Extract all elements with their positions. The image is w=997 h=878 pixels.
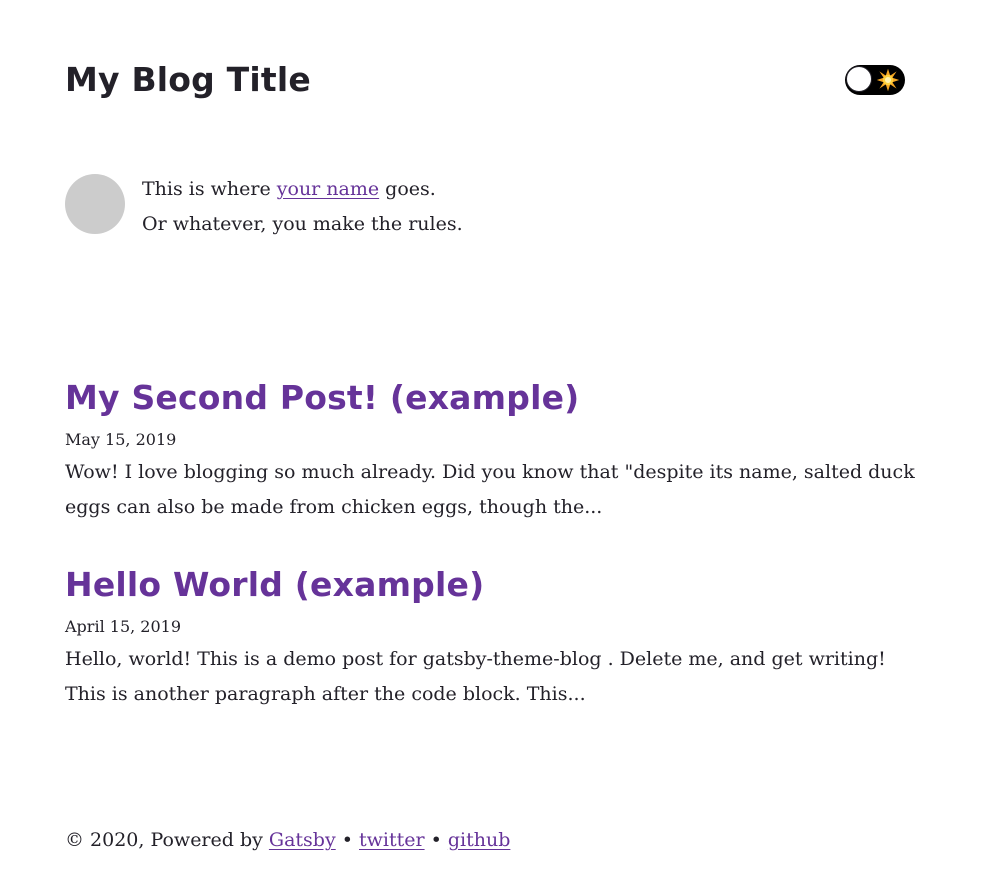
author-bio: This is where your name goes. Or whateve… bbox=[65, 172, 905, 242]
avatar bbox=[65, 174, 125, 234]
footer-copyright: © 2020, Powered by bbox=[65, 829, 269, 851]
post-title-link[interactable]: Hello World (example) bbox=[65, 560, 905, 610]
bio-line-2: Or whatever, you make the rules. bbox=[142, 213, 463, 235]
post-date: May 15, 2019 bbox=[65, 430, 177, 449]
theme-toggle[interactable] bbox=[845, 65, 905, 95]
bio-line-1: This is where your name goes. bbox=[142, 172, 463, 207]
site-footer: © 2020, Powered by Gatsby • twitter • gi… bbox=[65, 824, 510, 856]
twitter-link[interactable]: twitter bbox=[359, 829, 425, 851]
author-name-link[interactable]: your name bbox=[277, 178, 379, 200]
site-title[interactable]: My Blog Title bbox=[65, 58, 311, 102]
sun-icon bbox=[876, 68, 900, 92]
footer-separator: • bbox=[424, 829, 448, 851]
footer-separator: • bbox=[335, 829, 359, 851]
bio-prefix: This is where bbox=[142, 178, 277, 200]
post-item: My Second Post! (example) May 15, 2019 W… bbox=[65, 373, 915, 525]
post-item: Hello World (example) April 15, 2019 Hel… bbox=[65, 560, 905, 712]
page: My Blog Title This is where your name go… bbox=[65, 0, 915, 878]
post-date: April 15, 2019 bbox=[65, 617, 182, 636]
post-excerpt: Hello, world! This is a demo post for ga… bbox=[65, 648, 886, 705]
post-excerpt: Wow! I love blogging so much already. Di… bbox=[65, 461, 915, 518]
github-link[interactable]: github bbox=[448, 829, 511, 851]
bio-suffix: goes. bbox=[379, 178, 436, 200]
post-title-link[interactable]: My Second Post! (example) bbox=[65, 373, 905, 423]
site-header: My Blog Title bbox=[65, 58, 905, 102]
toggle-knob bbox=[846, 66, 872, 92]
bio-text: This is where your name goes. Or whateve… bbox=[142, 172, 463, 242]
gatsby-link[interactable]: Gatsby bbox=[269, 829, 336, 851]
